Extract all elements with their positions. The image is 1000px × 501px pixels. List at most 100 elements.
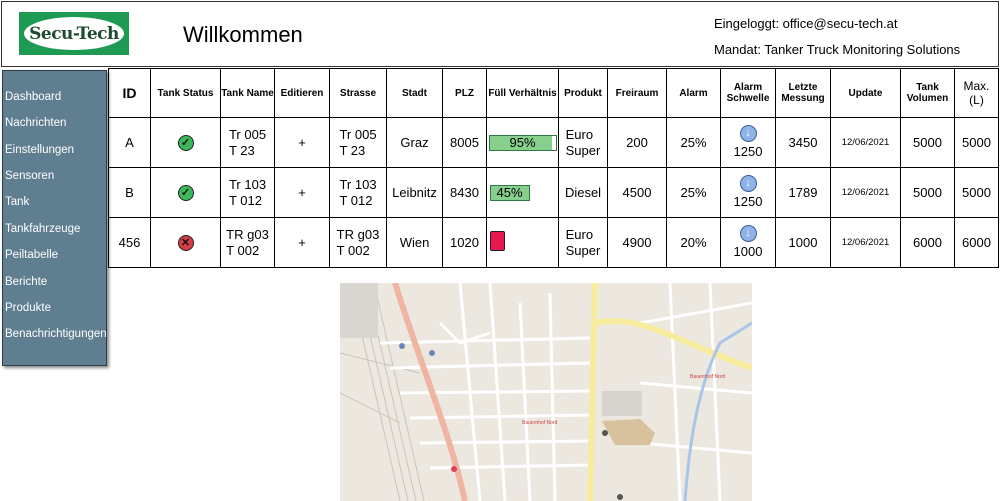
cell-update: 12/06/2021 [830,117,901,168]
sidebar: Dashboard Nachrichten Einstellungen Sens… [2,70,107,366]
threshold-value: 1250 [733,144,763,159]
cell-status: ✓ [150,117,221,168]
sidebar-item-nachrichten[interactable]: Nachrichten [5,117,66,129]
mandate-info: Mandat: Tanker Truck Monitoring Solution… [714,42,961,57]
secu-tech-logo[interactable]: Secu-Tech [19,12,129,55]
check-icon: ✓ [177,185,194,201]
cell-edit[interactable]: + [274,217,330,268]
cell-edit[interactable]: + [274,117,330,168]
col-header-plz[interactable]: PLZ [442,68,487,118]
cell-status: ✓ [150,167,221,218]
cell-fill [486,217,559,268]
map-label: Bauernhof Nord [690,374,726,380]
edit-plus-button[interactable]: + [298,135,306,150]
street-line2: T 23 [339,142,366,158]
col-header-update[interactable]: Update [830,68,901,118]
col-header-editieren[interactable]: Editieren [274,68,330,118]
product-line1: Euro [565,226,594,242]
cell-freiraum: 200 [607,117,667,168]
sidebar-item-einstellungen[interactable]: Einstellungen [5,144,74,156]
cell-product: Euro Super [558,117,608,168]
cell-city: Graz [386,117,443,168]
col-header-letzte-messung[interactable]: Letzte Messung [775,68,831,118]
cell-id: B [108,167,151,218]
logo-text: Secu-Tech [29,23,119,44]
street-line2: T 002 [336,242,370,258]
threshold-value: 1000 [733,244,763,259]
col-header-alarm-schwelle[interactable]: Alarm Schwelle [720,68,776,118]
cell-alarm-threshold: ↓ 1250 [720,167,776,218]
sidebar-item-benachrichtigungen[interactable]: Benachrichtigungen [5,328,107,340]
edit-plus-button[interactable]: + [298,235,306,250]
cell-max: 5000 [954,167,999,218]
fill-percent: 45% [496,184,523,200]
cell-update: 12/06/2021 [830,217,901,268]
edit-plus-button[interactable]: + [298,185,306,200]
cell-plz: 8430 [442,167,487,218]
col-header-max-liters[interactable]: Max. (L) [954,68,999,118]
sidebar-item-dashboard[interactable]: Dashboard [5,91,61,103]
sidebar-item-berichte[interactable]: Berichte [5,276,47,288]
fill-progress-bar: 95% [488,134,557,151]
cell-plz: 8005 [442,117,487,168]
col-header-id[interactable]: ID [108,68,151,118]
col-header-strasse[interactable]: Strasse [329,68,387,118]
tank-name-line1: Tr 005 [228,126,267,142]
map-label: Bauernhof Nord [522,420,558,426]
col-header-fuell-verhaeltnis[interactable]: Füll Verhältnis [486,68,559,118]
col-header-tank-volumen[interactable]: Tank Volumen [900,68,955,118]
arrow-down-icon[interactable]: ↓ [739,225,757,242]
col-header-tank-name[interactable]: Tank Name [220,68,275,118]
table-header-row: ID Tank Status Tank Name Editieren Stras… [108,68,999,118]
col-header-stadt[interactable]: Stadt [386,68,443,118]
cell-edit[interactable]: + [274,167,330,218]
sidebar-item-produkte[interactable]: Produkte [5,302,51,314]
col-header-tank-status[interactable]: Tank Status [150,68,221,118]
location-map[interactable]: Bauernhof Nord Bauernhof Nord [340,283,752,501]
cell-max: 5000 [954,117,999,168]
arrow-down-icon[interactable]: ↓ [739,125,757,142]
cell-status: ✕ [150,217,221,268]
cell-volume: 5000 [900,117,955,168]
cell-last-measurement: 1000 [775,217,831,268]
table-row[interactable]: A ✓ Tr 005 T 23 + Tr 005 T 23 Graz 8005 95… [108,117,999,168]
sidebar-item-sensoren[interactable]: Sensoren [5,170,54,182]
street-line2: T 012 [339,192,373,208]
product-line1: Euro [565,126,594,142]
cell-product: Euro Super [558,217,608,268]
x-icon: ✕ [177,235,194,251]
cell-alarm: 25% [666,117,721,168]
cell-plz: 1020 [442,217,487,268]
cell-alarm-threshold: ↓ 1000 [720,217,776,268]
cell-city: Wien [386,217,443,268]
header: Secu-Tech Willkommen Eingeloggt: office@… [1,1,999,67]
cell-tank-name: Tr 103 T 012 [220,167,275,218]
col-header-freiraum[interactable]: Freiraum [607,68,667,118]
sidebar-item-peiltabelle[interactable]: Peiltabelle [5,249,58,261]
tank-name-line2: T 012 [228,192,262,208]
threshold-value: 1250 [733,194,763,209]
check-icon: ✓ [177,135,194,151]
col-header-alarm[interactable]: Alarm [666,68,721,118]
fill-progress-bar: 45% [489,184,530,201]
cell-last-measurement: 1789 [775,167,831,218]
cell-fill: 95% [486,117,559,168]
tank-name-line1: Tr 103 [228,176,267,192]
cell-city: Leibnitz [386,167,443,218]
fill-percent: 95% [509,134,536,150]
cell-volume: 6000 [900,217,955,268]
arrow-down-icon[interactable]: ↓ [739,175,757,192]
cell-freiraum: 4500 [607,167,667,218]
cell-product: Diesel [558,167,608,218]
tank-name-line1: TR g03 [226,226,269,242]
table-row[interactable]: 456 ✕ TR g03 T 002 + TR g03 T 002 Wien 102… [108,217,999,268]
cell-street: Tr 103 T 012 [329,167,387,218]
sidebar-item-tankfahrzeuge[interactable]: Tankfahrzeuge [5,223,80,235]
sidebar-item-tank[interactable]: Tank [5,196,29,208]
cell-street: TR g03 T 002 [329,217,387,268]
cell-alarm: 20% [666,217,721,268]
cell-street: Tr 005 T 23 [329,117,387,168]
col-header-produkt[interactable]: Produkt [558,68,608,118]
cell-fill: 45% [486,167,559,218]
table-row[interactable]: B ✓ Tr 103 T 012 + Tr 103 T 012 Leibnitz 8… [108,167,999,218]
